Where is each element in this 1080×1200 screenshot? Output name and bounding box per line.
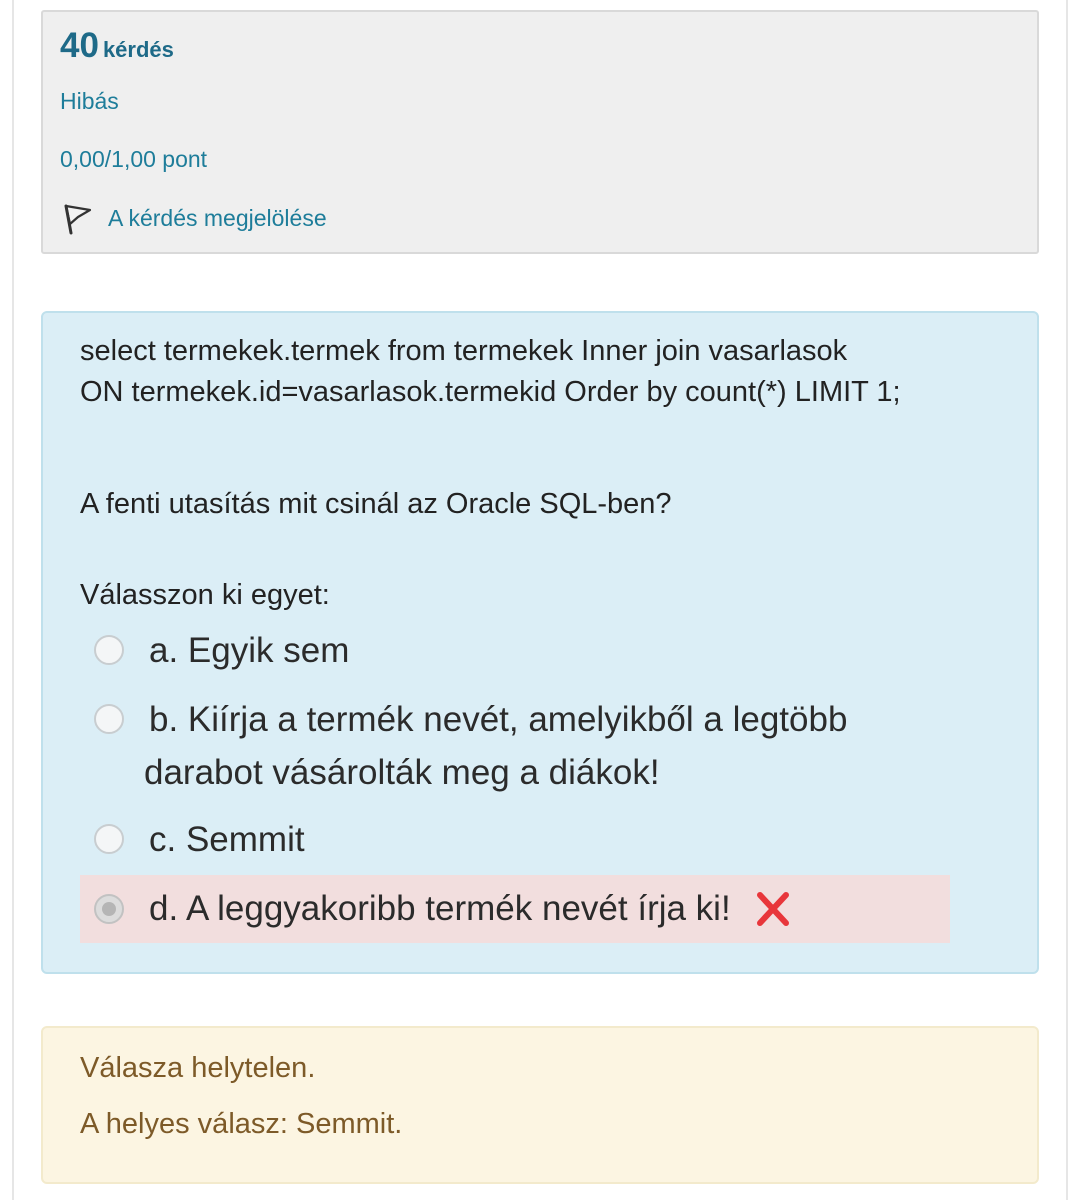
- answer-option-d-label: d. A leggyakoribb termék nevét írja ki!: [149, 889, 731, 928]
- answer-option-a[interactable]: a. Egyik sem: [94, 625, 349, 677]
- answer-option-c[interactable]: c. Semmit: [94, 814, 305, 866]
- question-grade: 0,00/1,00 pont: [60, 146, 208, 172]
- radio-button-c[interactable]: [94, 824, 124, 854]
- question-number-value: 40: [60, 26, 99, 65]
- flag-icon: [64, 204, 92, 235]
- flag-question-label: A kérdés megjelölése: [108, 204, 327, 231]
- radio-button-a[interactable]: [94, 635, 124, 665]
- feedback-panel: Válasza helytelen. A helyes válasz: Semm…: [41, 1026, 1039, 1184]
- red-x-icon: [756, 892, 789, 926]
- question-text-line-3: A fenti utasítás mit csinál az Oracle SQ…: [80, 488, 672, 520]
- radio-button-d-checked[interactable]: [94, 894, 124, 924]
- feedback-result: Válasza helytelen.: [80, 1052, 316, 1084]
- radio-button-b[interactable]: [94, 704, 124, 734]
- question-text-line-2: ON termekek.id=vasarlasok.termekid Order…: [80, 376, 901, 408]
- page-border-left: [12, 0, 14, 1200]
- answer-prompt: Válasszon ki egyet:: [80, 579, 330, 611]
- question-state: Hibás: [60, 88, 119, 114]
- question-content-panel: select termekek.termek from termekek Inn…: [41, 311, 1039, 974]
- answer-option-b[interactable]: b. Kiírja a termék nevét, amelyikből a l…: [94, 694, 914, 746]
- question-number-label: kérdés: [102, 37, 174, 62]
- answer-option-b-label-continued: darabot vásárolták meg a diákok!: [144, 753, 660, 792]
- answer-option-a-label: a. Egyik sem: [149, 631, 350, 670]
- page-border-right: [1066, 0, 1068, 1200]
- answer-option-b-label: b. Kiírja a termék nevét, amelyikből a l…: [149, 700, 848, 739]
- answer-option-d-selected-incorrect[interactable]: d. A leggyakoribb termék nevét írja ki!: [80, 875, 950, 943]
- answer-option-c-label: c. Semmit: [149, 820, 305, 859]
- question-info-panel: 40 kérdés Hibás 0,00/1,00 pont A kérdés m…: [41, 10, 1039, 254]
- question-text-line-1: select termekek.termek from termekek Inn…: [80, 335, 848, 367]
- question-number: 40 kérdés: [60, 26, 174, 66]
- flag-question-link[interactable]: A kérdés megjelölése: [60, 200, 327, 236]
- feedback-correct-answer: A helyes válasz: Semmit.: [80, 1108, 403, 1140]
